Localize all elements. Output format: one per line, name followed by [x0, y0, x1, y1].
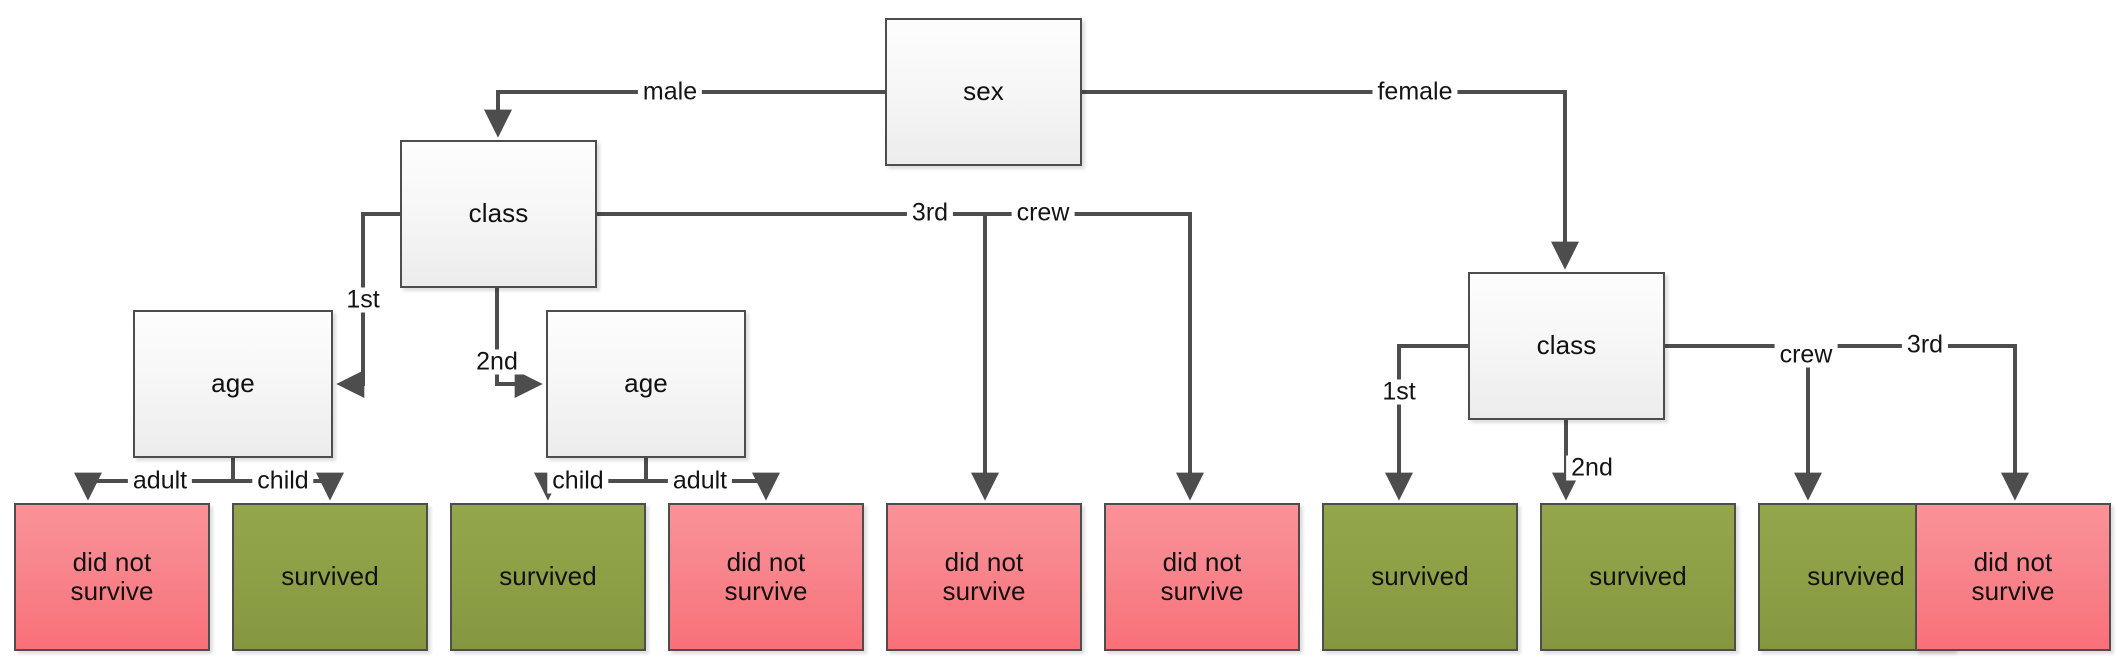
leaf-label: survived [1589, 561, 1687, 592]
edge-label-child-1: child [252, 468, 314, 494]
edge-label-male-3rd: 3rd [906, 200, 954, 226]
decision-tree-canvas: sex class class age age did not survive s… [0, 0, 2126, 664]
edge-label-adult-2: adult [667, 468, 733, 494]
edge-class-female-crew [1665, 344, 1822, 501]
node-age-male-second-class[interactable]: age [546, 310, 746, 458]
leaf-node[interactable]: did not survive [14, 503, 210, 651]
leaf-label: survived [281, 561, 379, 592]
edge-label-male-crew: crew [1011, 200, 1075, 226]
edge-label-female: female [1372, 79, 1458, 105]
leaf-label: did not survive [1971, 546, 2055, 606]
node-class-male[interactable]: class [400, 140, 597, 288]
leaf-node[interactable]: survived [1322, 503, 1518, 651]
node-label: class [468, 198, 529, 229]
edge-label-male-2nd: 2nd [471, 349, 523, 375]
node-label: age [211, 368, 255, 399]
node-class-female[interactable]: class [1468, 272, 1665, 420]
leaf-label: did not survive [70, 546, 154, 606]
leaf-node[interactable]: survived [450, 503, 646, 651]
node-age-male-first-class[interactable]: age [133, 310, 333, 458]
leaf-label: survived [1371, 561, 1469, 592]
edge-label-male: male [637, 79, 703, 105]
leaf-node[interactable]: survived [232, 503, 428, 651]
edge-class-male-crew [985, 212, 1204, 501]
leaf-label: did not survive [1160, 546, 1244, 606]
edge-sex-female [1082, 90, 1579, 270]
leaf-label: survived [1807, 561, 1905, 592]
edge-class-female-1st [1385, 344, 1468, 501]
edge-label-female-3rd: 3rd [1901, 332, 1949, 358]
leaf-node[interactable]: did not survive [886, 503, 1082, 651]
edge-label-female-crew: crew [1774, 342, 1838, 368]
node-label: age [624, 368, 668, 399]
edge-label-male-1st: 1st [341, 287, 385, 313]
edge-class-female-3rd [1808, 344, 2029, 501]
node-sex-root[interactable]: sex [885, 18, 1082, 166]
edge-label-female-1st: 1st [1377, 379, 1421, 405]
leaf-label: did not survive [942, 546, 1026, 606]
leaf-node[interactable]: did not survive [1104, 503, 1300, 651]
node-label: sex [963, 76, 1004, 107]
node-label: class [1536, 330, 1597, 361]
edge-label-child-2: child [547, 468, 609, 494]
leaf-node[interactable]: did not survive [1915, 503, 2111, 651]
edge-label-adult-1: adult [127, 468, 193, 494]
edge-label-female-2nd: 2nd [1566, 455, 1618, 481]
leaf-label: did not survive [724, 546, 808, 606]
leaf-node[interactable]: did not survive [668, 503, 864, 651]
leaf-node[interactable]: survived [1540, 503, 1736, 651]
leaf-label: survived [499, 561, 597, 592]
